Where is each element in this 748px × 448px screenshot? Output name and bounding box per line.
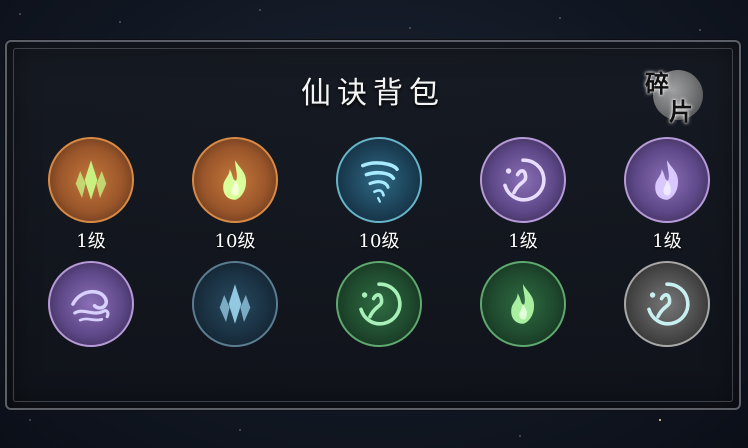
skill-level: 10级 <box>214 231 256 252</box>
skill-level: 1级 <box>652 231 682 252</box>
skill-orb <box>192 137 278 223</box>
skill-orb <box>624 137 710 223</box>
crystal-icon <box>219 284 251 324</box>
fragments-button[interactable]: 碎 片 <box>645 62 703 126</box>
skill-orb <box>480 261 566 347</box>
skill-slot[interactable]: 1级 <box>619 137 715 252</box>
wave-icon <box>71 289 110 322</box>
skill-slot[interactable]: 1级 <box>475 137 571 252</box>
whirlwind-icon <box>361 161 399 203</box>
skill-orb <box>480 137 566 223</box>
panel-title: 仙诀背包 <box>301 76 445 111</box>
skill-level: 1级 <box>508 231 538 252</box>
skill-orb <box>336 261 422 347</box>
crystal-icon <box>75 160 107 200</box>
dragon-ring-icon <box>647 282 690 326</box>
skill-orb <box>624 261 710 347</box>
skill-orb <box>48 261 134 347</box>
skill-slot[interactable]: 1级 <box>43 137 139 252</box>
skill-slot[interactable]: 10级 <box>187 137 283 252</box>
skill-orb <box>336 137 422 223</box>
dragon-ring-icon <box>359 282 402 326</box>
skill-slot[interactable] <box>331 261 427 375</box>
flame-icon <box>511 284 535 324</box>
skill-row-2 <box>43 261 715 375</box>
flame-icon <box>655 160 679 200</box>
skill-bag-panel: 仙诀背包 碎 片 1级 10级 10级 1级 1级 <box>5 40 741 410</box>
skill-slot[interactable] <box>475 261 571 375</box>
skill-grid: 1级 10级 10级 1级 1级 <box>43 137 715 375</box>
fragments-label-char-1: 碎 <box>645 69 669 98</box>
fragments-label-char-2: 片 <box>669 97 693 126</box>
skill-level: 10级 <box>358 231 400 252</box>
skill-orb <box>192 261 278 347</box>
skill-level: 1级 <box>76 231 106 252</box>
skill-orb <box>48 137 134 223</box>
dragon-ring-icon <box>503 158 546 202</box>
skill-slot[interactable] <box>187 261 283 375</box>
skill-slot[interactable] <box>619 261 715 375</box>
skill-row-1: 1级 10级 10级 1级 1级 <box>43 137 715 252</box>
skill-slot[interactable] <box>43 261 139 375</box>
flame-icon <box>223 160 247 200</box>
skill-slot[interactable]: 10级 <box>331 137 427 252</box>
